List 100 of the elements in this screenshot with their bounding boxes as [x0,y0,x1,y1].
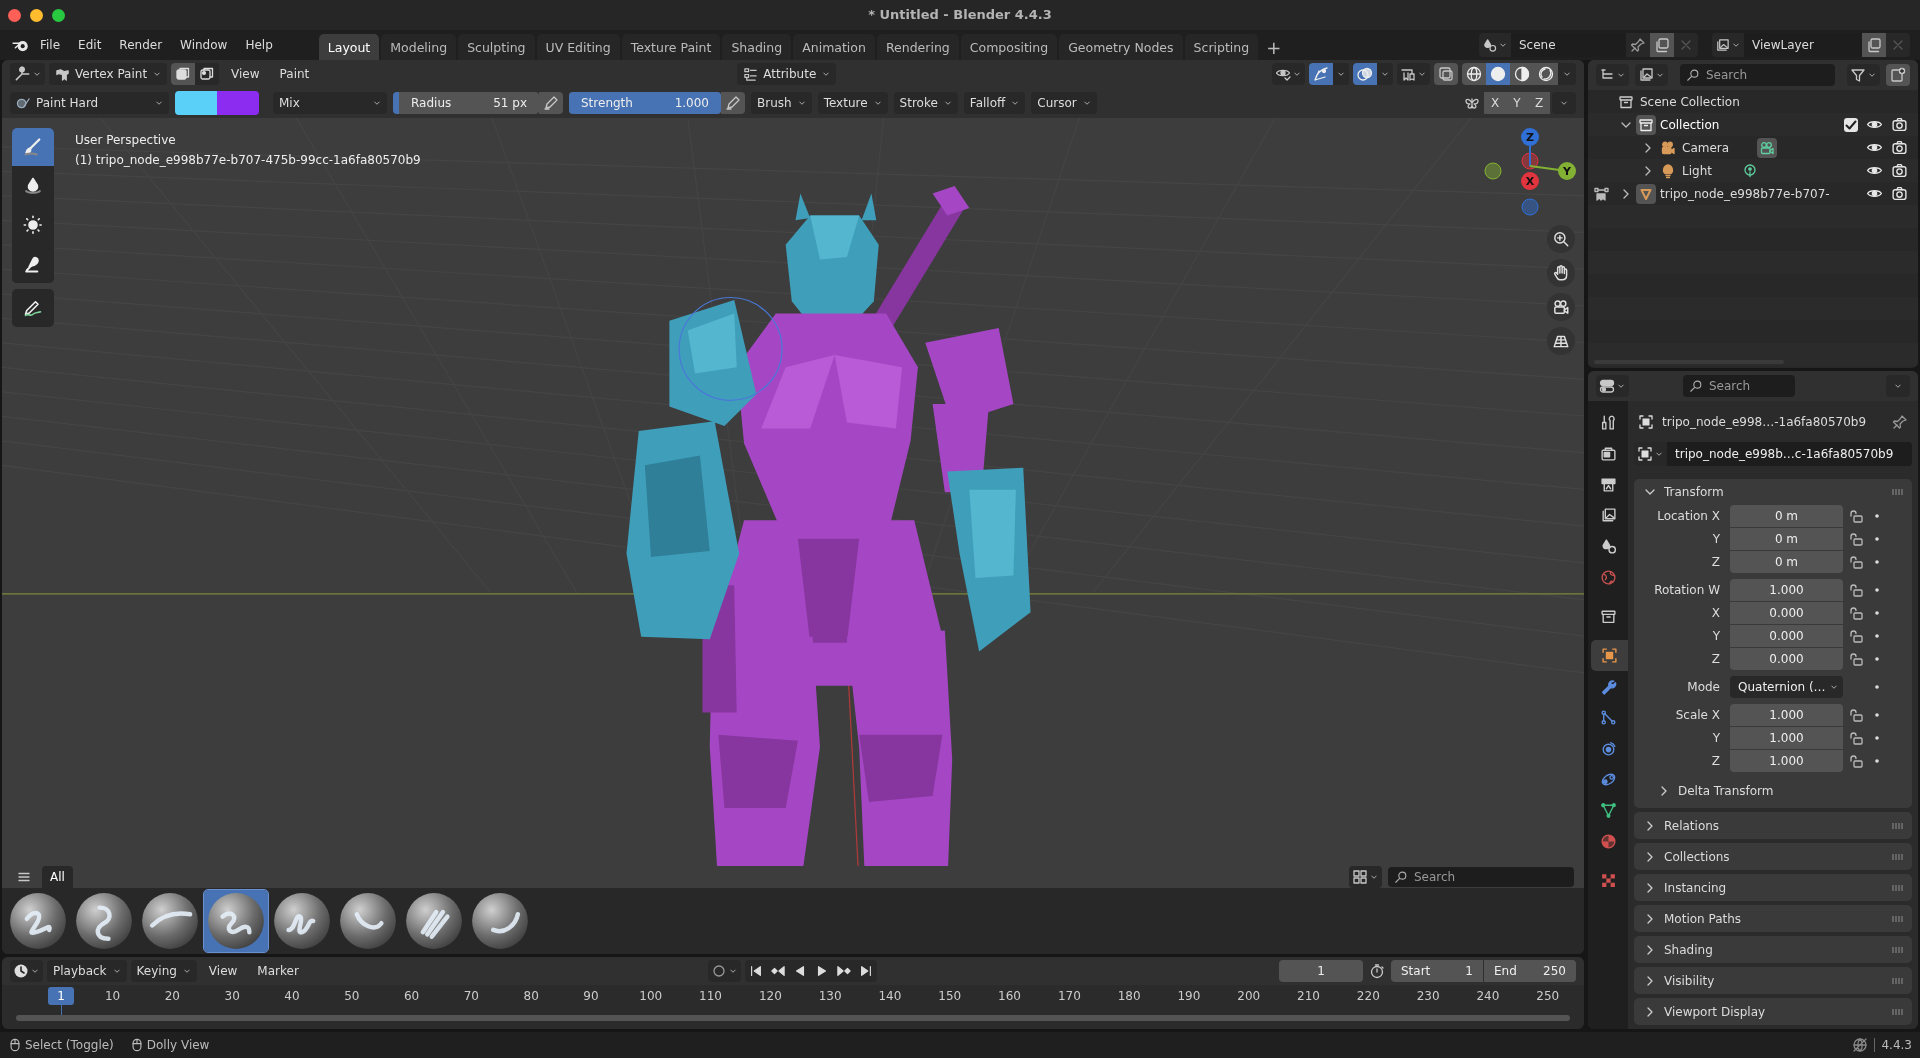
number-field[interactable]: 1.000 [1730,727,1843,749]
number-field[interactable]: 0.000 [1730,602,1843,624]
workspace-tab[interactable]: Layout [318,34,380,60]
search-field[interactable]: Search [1680,64,1835,86]
workspace-tab[interactable]: Geometry Nodes [1059,34,1183,60]
number-field[interactable]: 0.000 [1730,625,1843,647]
radius-field[interactable]: Radius 51 px [393,92,539,114]
outliner-item[interactable]: Camera [1682,140,1730,155]
current-frame-field[interactable]: 1 [1279,960,1363,982]
view-layer-field[interactable]: ViewLayer [1744,33,1862,57]
axis-toggle[interactable]: Y [1506,92,1528,114]
axis-label: Y [1563,165,1571,178]
field-label: Y [1711,731,1721,745]
strength-slider[interactable]: Strength 1.000 [569,92,721,114]
number-field[interactable]: 1.000 [1730,750,1843,772]
axis-label: X [1525,175,1535,188]
menu-item[interactable]: View [223,63,268,85]
frame-number: 160 [997,989,1022,1003]
brush-preset-selector[interactable]: Paint Hard [10,92,169,114]
workspace-tab[interactable]: Animation [793,34,875,60]
workspace-tab[interactable]: Rendering [876,34,959,60]
frame-number: 190 [1176,989,1202,1003]
search-field[interactable]: Search [1683,375,1795,397]
panel-header[interactable]: Relations [1634,812,1912,839]
number-field[interactable]: 0.000 [1730,648,1843,670]
frame-number: 60 [402,989,421,1003]
panel-header[interactable]: Transform [1634,479,1912,505]
outliner-item[interactable]: Collection [1660,117,1720,132]
workspace-tab[interactable]: Compositing [960,34,1058,60]
start-frame-field[interactable]: Start 1 [1391,960,1483,982]
frame-number: 100 [638,989,664,1003]
menu-item[interactable]: Paint [271,63,318,85]
field-label: Z [1710,754,1721,768]
workspace-tab[interactable]: Modeling [381,34,457,60]
number-field[interactable]: 1.000 [1730,579,1843,601]
workspace-tab[interactable]: Shading [722,34,792,60]
search-field[interactable]: Search [1388,867,1574,887]
blend-dropdown[interactable]: Mix [273,92,387,114]
frame-number: 20 [163,989,181,1003]
workspace-tab[interactable]: UV Editing [536,34,620,60]
outliner-item[interactable]: tripo_node_e998b77e-b707- [1660,186,1830,201]
outliner-item[interactable]: Light [1682,163,1712,178]
shelf-tab[interactable]: All [42,866,73,888]
axis-toggle[interactable]: X [1484,92,1506,114]
field-label: Z [1710,652,1721,666]
frame-number: 210 [1296,989,1321,1003]
subpanel-header[interactable]: Delta Transform [1634,778,1912,804]
outliner-item[interactable]: Scene Collection [1640,94,1740,109]
frame-number: 10 [103,989,122,1003]
popover-dropdown[interactable]: Cursor [1031,92,1097,114]
frame-number: 70 [462,989,480,1003]
number-field[interactable]: 0 m [1730,551,1843,573]
attribute-dropdown[interactable]: Attribute [737,63,837,85]
frame-number: 90 [582,989,600,1003]
number-field[interactable]: 0 m [1730,505,1843,527]
number-field[interactable]: 1.000 [1730,704,1843,726]
field-label: Location X [1656,509,1721,523]
panel-header[interactable]: Visibility [1634,967,1912,994]
workspace-tab[interactable]: Sculpting [458,34,535,60]
panel-header[interactable]: Shading [1634,936,1912,963]
menu-item[interactable]: View [200,960,246,982]
panel-header[interactable]: Viewport Display [1634,998,1912,1025]
popover-dropdown[interactable]: Texture [817,92,888,114]
menu-item[interactable]: File [32,34,69,56]
popover-dropdown[interactable]: Falloff [963,92,1026,114]
field-label: Rotation W [1653,583,1721,597]
number-field[interactable]: 0 m [1730,528,1843,550]
add-tab-button[interactable]: + [1260,34,1288,60]
field-label: Z [1710,555,1721,569]
menu-item[interactable]: Edit [70,34,110,56]
axis-toggle[interactable]: Z [1528,92,1550,114]
panel-header[interactable]: Motion Paths [1634,905,1912,932]
menu-dropdown[interactable]: Playback [47,960,127,982]
frame-number: 40 [283,989,301,1003]
version-label: 4.4.3 [1881,1038,1912,1052]
frame-number: 80 [522,989,540,1003]
workspace-tab[interactable]: Texture Paint [621,34,721,60]
panel-header[interactable]: Collections [1634,843,1912,870]
menu-item[interactable]: Marker [249,960,307,982]
popover-dropdown[interactable]: Stroke [893,92,958,114]
object-name: tripo_node_e998…-1a6fa80570b9 [1662,415,1867,429]
menu-item[interactable]: Window [172,34,236,56]
workspace-tab[interactable]: Scripting [1184,34,1259,60]
mode-dropdown[interactable]: Vertex Paint [49,63,168,85]
menu-item[interactable]: Render [111,34,171,56]
popover-dropdown[interactable]: Brush [751,92,812,114]
frame-number: 230 [1415,989,1441,1003]
object-name-field[interactable]: tripo_node_e998b…c-1a6fa80570b9 [1667,442,1912,466]
status-hint: Select (Toggle) [25,1038,114,1052]
axis-label: Z [1526,131,1534,144]
frame-number: 200 [1236,989,1262,1003]
menu-item[interactable]: Help [237,34,281,56]
field-label: Scale X [1674,708,1721,722]
end-frame-field[interactable]: End 250 [1484,960,1576,982]
mode-dropdown[interactable]: Quaternion (… [1730,676,1843,698]
scene-field[interactable]: Scene [1511,33,1626,57]
panel-header[interactable]: Instancing [1634,874,1912,901]
frame-number: 130 [817,989,843,1003]
frame-number: 120 [757,989,783,1003]
menu-dropdown[interactable]: Keying [130,960,197,982]
